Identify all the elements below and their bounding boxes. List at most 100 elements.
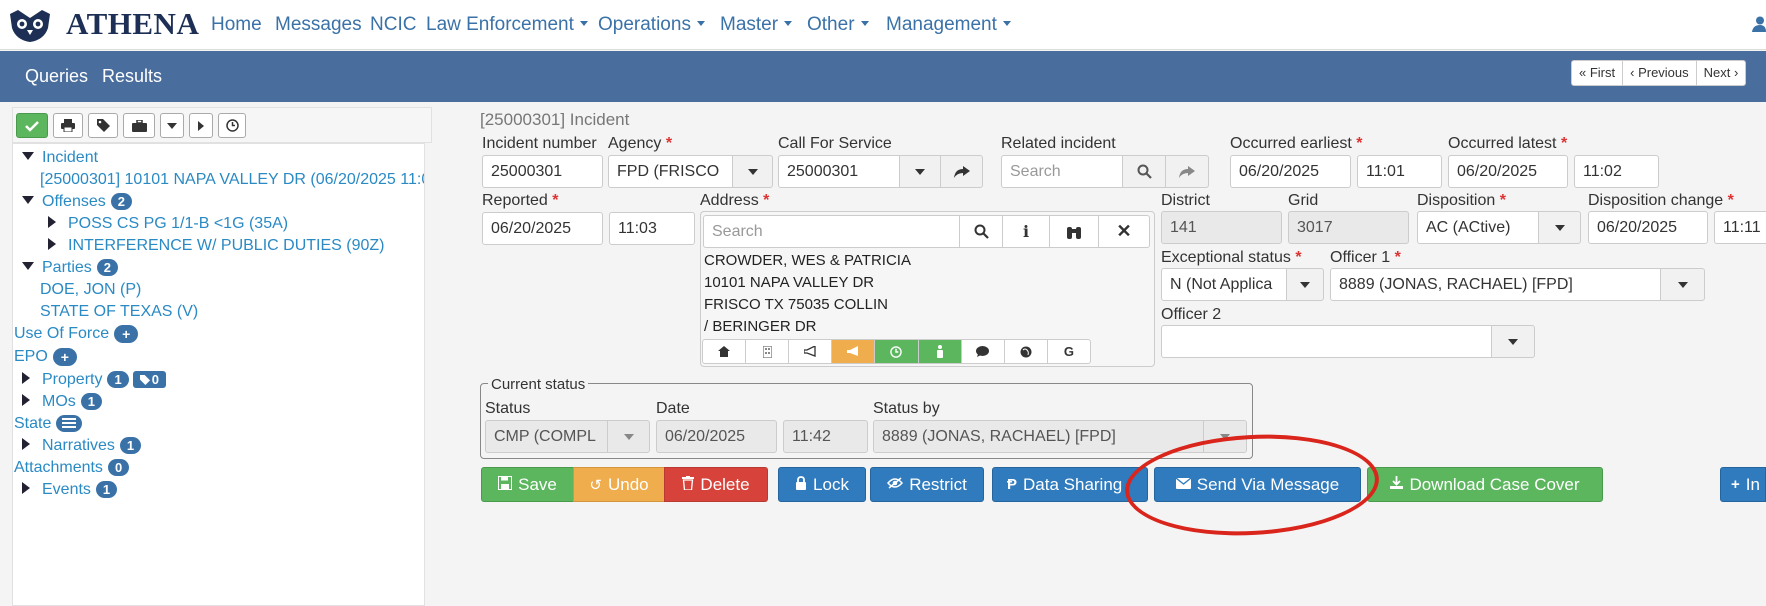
officer2-select[interactable] (1161, 325, 1492, 358)
occurred-latest-time-input[interactable]: 11:02 (1574, 155, 1659, 188)
home-icon[interactable] (703, 340, 747, 363)
user-icon[interactable] (1752, 16, 1766, 32)
nav-home[interactable]: Home (211, 14, 262, 36)
list-icon[interactable] (56, 415, 83, 433)
exceptional-status-dropdown-button[interactable] (1286, 268, 1324, 301)
add-use-of-force-button[interactable]: + (114, 325, 139, 343)
brand-title[interactable]: ATHENA (66, 6, 199, 42)
call-for-service-dropdown-button[interactable] (899, 155, 941, 188)
tree-property[interactable]: Property 1 0 (22, 371, 166, 389)
disposition-select[interactable]: AC (ACtive) (1417, 211, 1539, 244)
occurred-latest-date-input[interactable]: 06/20/2025 (1448, 155, 1568, 188)
nav-ncic[interactable]: NCIC (370, 14, 416, 36)
related-incident-search-input[interactable]: Search (1001, 155, 1123, 188)
queries-link[interactable]: Queries (25, 66, 88, 87)
disposition-change-time-input[interactable]: 11:11 (1714, 211, 1766, 244)
data-sharing-button[interactable]: Ᵽ Data Sharing (992, 467, 1148, 502)
tree-incident-item[interactable]: [25000301] 10101 NAPA VALLEY DR (06/20/2… (40, 171, 424, 189)
officer1-select[interactable]: 8889 (JONAS, RACHAEL) [FPD] (1330, 268, 1661, 301)
reported-time-input[interactable]: 11:03 (609, 212, 695, 245)
share-arrow-icon (953, 165, 970, 178)
caret-down-icon (22, 152, 34, 161)
nav-operations[interactable]: Operations (598, 14, 705, 36)
history-button[interactable] (218, 113, 246, 138)
call-for-service-goto-button[interactable] (940, 155, 983, 188)
globe-icon[interactable] (1005, 340, 1048, 363)
comment-icon[interactable] (962, 340, 1005, 363)
print-button[interactable] (53, 113, 83, 138)
call-for-service-input[interactable]: 25000301 (778, 155, 900, 188)
tree-mos[interactable]: MOs 1 (22, 393, 103, 411)
delete-button[interactable]: Delete (664, 467, 768, 502)
disposition-change-date-input[interactable]: 06/20/2025 (1588, 211, 1708, 244)
officer1-dropdown-button[interactable] (1660, 268, 1705, 301)
sub-navbar: Queries Results (0, 51, 1766, 102)
tree-party-item[interactable]: STATE OF TEXAS (V) (40, 303, 198, 321)
agency-dropdown-button[interactable] (732, 155, 773, 188)
lock-button[interactable]: Lock (778, 467, 866, 502)
tree-state[interactable]: State (14, 415, 83, 433)
occurred-earliest-date-input[interactable]: 06/20/2025 (1230, 155, 1351, 188)
officer2-dropdown-button[interactable] (1491, 325, 1535, 358)
reported-date-input[interactable]: 06/20/2025 (482, 212, 603, 245)
close-icon: ✕ (1116, 221, 1132, 241)
tree-narratives[interactable]: Narratives 1 (22, 437, 142, 455)
agency-select[interactable]: FPD (FRISCO (608, 155, 733, 188)
tree-events[interactable]: Events 1 (22, 481, 118, 499)
related-incident-search-button[interactable] (1122, 155, 1166, 188)
related-incident-goto-button[interactable] (1165, 155, 1209, 188)
clear-address-button[interactable]: ✕ (1098, 215, 1150, 248)
address-search-button[interactable] (959, 215, 1003, 248)
exceptional-status-label: Exceptional status * (1161, 249, 1302, 266)
download-case-cover-button[interactable]: Download Case Cover (1367, 467, 1603, 502)
status-select: CMP (COMPL (485, 420, 608, 453)
tree-parties[interactable]: Parties 2 (22, 259, 119, 277)
incident-number-input[interactable]: 25000301 (482, 155, 603, 188)
next-button[interactable]: Next › (1697, 61, 1746, 85)
expand-button[interactable] (189, 113, 213, 138)
tree-epo[interactable]: EPO + (14, 348, 77, 366)
megaphone-icon[interactable] (789, 340, 833, 363)
previous-button[interactable]: ‹ Previous (1623, 61, 1697, 85)
info-icon[interactable]: i (1002, 215, 1050, 248)
person-icon[interactable] (918, 340, 962, 363)
athena-owl-logo-icon[interactable] (8, 8, 52, 44)
tree-incident[interactable]: Incident (22, 149, 98, 167)
tree-use-of-force[interactable]: Use Of Force + (14, 325, 139, 343)
address-lookup-button[interactable] (1049, 215, 1099, 248)
address-line: / BERINGER DR (704, 318, 817, 335)
tree-offense-item[interactable]: POSS CS PG 1/1-B <1G (35A) (48, 215, 288, 233)
google-icon[interactable]: G (1048, 340, 1090, 363)
nav-other[interactable]: Other (807, 14, 869, 36)
tree-attachments[interactable]: Attachments 0 (14, 459, 130, 477)
megaphone-alert-icon[interactable] (832, 340, 876, 363)
occurred-earliest-label: Occurred earliest * (1230, 135, 1363, 152)
tree-party-item[interactable]: DOE, JON (P) (40, 281, 141, 299)
tree-offense-item[interactable]: INTERFERENCE W/ PUBLIC DUTIES (90Z) (48, 237, 384, 255)
address-search-input[interactable]: Search (703, 215, 960, 248)
caret-down-icon (22, 196, 34, 205)
disposition-dropdown-button[interactable] (1538, 211, 1581, 244)
exceptional-status-select[interactable]: N (Not Applica (1161, 268, 1287, 301)
count-badge: 1 (107, 371, 129, 389)
clock-icon[interactable] (875, 340, 919, 363)
tag-button[interactable] (88, 113, 118, 138)
occurred-earliest-time-input[interactable]: 11:01 (1357, 155, 1442, 188)
nav-master[interactable]: Master (720, 14, 793, 36)
dropdown-button[interactable] (160, 113, 184, 138)
restrict-button[interactable]: Restrict (870, 467, 984, 502)
save-button[interactable]: Save (481, 467, 574, 502)
briefcase-button[interactable] (123, 113, 155, 138)
search-icon (974, 224, 989, 239)
more-actions-button[interactable]: + In (1720, 467, 1766, 502)
undo-button[interactable]: ↺ Undo (573, 467, 665, 502)
add-epo-button[interactable]: + (52, 348, 77, 366)
first-button[interactable]: « First (1572, 61, 1624, 85)
nav-law-enforcement[interactable]: Law Enforcement (426, 14, 588, 36)
tree-offenses[interactable]: Offenses 2 (22, 193, 132, 211)
results-link[interactable]: Results (102, 66, 162, 87)
nav-messages[interactable]: Messages (275, 14, 362, 36)
building-icon[interactable] (746, 340, 790, 363)
nav-management[interactable]: Management (886, 14, 1011, 36)
confirm-button[interactable] (16, 113, 48, 138)
